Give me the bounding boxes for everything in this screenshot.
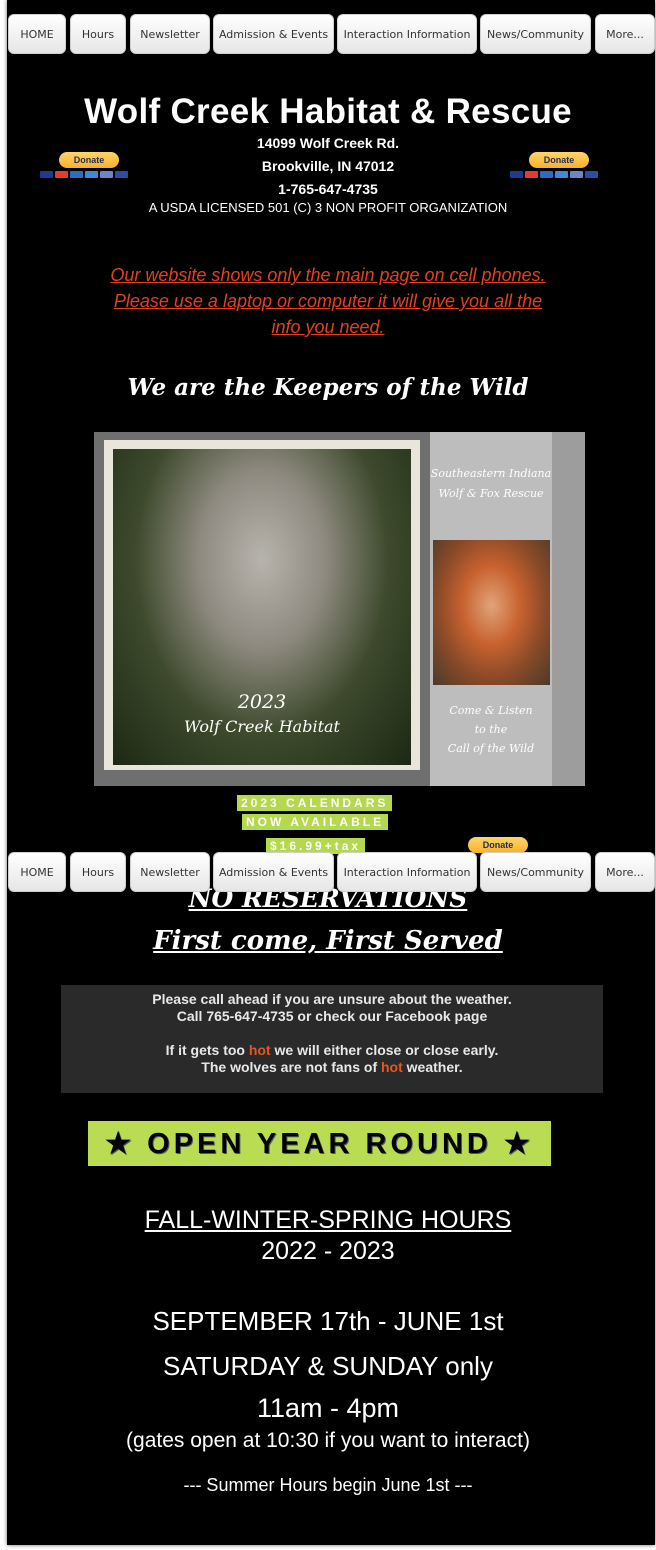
usda-statement: A USDA LICENSED 501 (C) 3 NON PROFIT ORG… xyxy=(148,200,508,215)
calendar-banner-1: 2023 CALENDARS xyxy=(237,794,393,812)
hot-word: hot xyxy=(248,1042,271,1058)
donate-button-right[interactable]: Donate xyxy=(510,152,598,178)
sticky-nav: HOME Hours Newsletter Admission & Events… xyxy=(7,852,655,894)
open-year-round-banner: ★ OPEN YEAR ROUND ★ xyxy=(88,1121,551,1166)
calendar-banner-2-text: NOW AVAILABLE xyxy=(242,814,389,830)
side-title-2: Wolf & Fox Rescue xyxy=(438,487,544,500)
calendar-banner-1-text: 2023 CALENDARS xyxy=(237,795,393,811)
weather-line-1: Please call ahead if you are unsure abou… xyxy=(152,991,512,1007)
nav-home[interactable]: HOME xyxy=(8,852,66,892)
nav-home[interactable]: HOME xyxy=(8,14,66,54)
hot-word: hot xyxy=(381,1059,403,1075)
donate-button-calendar[interactable]: Donate xyxy=(468,837,528,853)
calendar-side-panel: Southeastern Indiana Wolf & Fox Rescue C… xyxy=(430,432,552,786)
nav-admission-events[interactable]: Admission & Events xyxy=(213,14,334,54)
mobile-notice-line3: info you need. xyxy=(271,317,385,337)
calendar-promo-image[interactable]: 2023 Wolf Creek Habitat Southeastern Ind… xyxy=(94,432,585,786)
top-nav: HOME Hours Newsletter Admission & Events… xyxy=(7,14,655,56)
payment-cards-icon xyxy=(510,171,598,178)
fox-photo xyxy=(433,540,550,685)
nav-hours[interactable]: Hours xyxy=(70,14,126,54)
calendar-year: 2023 xyxy=(237,691,287,713)
side-caption-1: Come & Listen xyxy=(449,704,533,717)
side-title-1: Southeastern Indiana xyxy=(430,467,552,480)
side-caption-3: Call of the Wild xyxy=(447,742,535,755)
address-street: 14099 Wolf Creek Rd. xyxy=(256,135,400,151)
nav-more[interactable]: More... xyxy=(595,852,655,892)
nav-newsletter[interactable]: Newsletter xyxy=(130,14,210,54)
calendar-name: Wolf Creek Habitat xyxy=(184,717,340,736)
nav-news-community[interactable]: News/Community xyxy=(480,14,591,54)
nav-hours[interactable]: Hours xyxy=(70,852,126,892)
calendar-banner-2: NOW AVAILABLE xyxy=(242,813,389,831)
tagline: We are the Keepers of the Wild xyxy=(127,374,529,401)
nav-interaction-information[interactable]: Interaction Information xyxy=(337,852,477,892)
season-dates: SEPTEMBER 17th - JUNE 1st xyxy=(152,1306,504,1336)
calendar-side-strip xyxy=(552,432,585,786)
weather-line-4: The wolves are not fans of hot weather. xyxy=(201,1059,463,1075)
mobile-notice[interactable]: Our website shows only the main page on … xyxy=(40,262,616,340)
nav-admission-events[interactable]: Admission & Events xyxy=(213,852,334,892)
mobile-notice-line1: Our website shows only the main page on … xyxy=(110,265,546,285)
weather-line-2: Call 765-647-4735 or check our Facebook … xyxy=(176,1008,488,1024)
side-caption-2: to the xyxy=(474,723,508,736)
donate-label: Donate xyxy=(529,152,589,168)
mobile-notice-line2: Please use a laptop or computer it will … xyxy=(113,291,543,311)
first-come-first-served: First come, First Served xyxy=(153,926,503,956)
donate-label: Donate xyxy=(468,837,528,853)
phone-number: 1-765-647-4735 xyxy=(278,181,378,197)
gates-note: (gates open at 10:30 if you want to inte… xyxy=(126,1429,530,1452)
nav-newsletter[interactable]: Newsletter xyxy=(130,852,210,892)
weather-info-box: Please call ahead if you are unsure abou… xyxy=(61,985,603,1093)
donate-label: Donate xyxy=(59,152,119,168)
nav-interaction-information[interactable]: Interaction Information xyxy=(337,14,477,54)
open-time: 11am - 4pm xyxy=(256,1393,400,1423)
nav-news-community[interactable]: News/Community xyxy=(480,852,591,892)
donate-button-left[interactable]: Donate xyxy=(40,152,128,178)
page-frame: HOME Hours Newsletter Admission & Events… xyxy=(7,0,655,1545)
summer-note: --- Summer Hours begin June 1st --- xyxy=(183,1475,473,1495)
weather-line-3: If it gets too hot we will either close … xyxy=(165,1042,499,1058)
wolf-photo: 2023 Wolf Creek Habitat xyxy=(113,449,411,765)
nav-more[interactable]: More... xyxy=(595,14,655,54)
calendar-cover: 2023 Wolf Creek Habitat xyxy=(104,440,420,770)
site-title: Wolf Creek Habitat & Rescue xyxy=(84,92,572,131)
season-title: FALL-WINTER-SPRING HOURS xyxy=(144,1206,512,1234)
payment-cards-icon xyxy=(40,171,128,178)
season-years: 2022 - 2023 xyxy=(261,1237,395,1265)
open-days: SATURDAY & SUNDAY only xyxy=(163,1351,493,1381)
